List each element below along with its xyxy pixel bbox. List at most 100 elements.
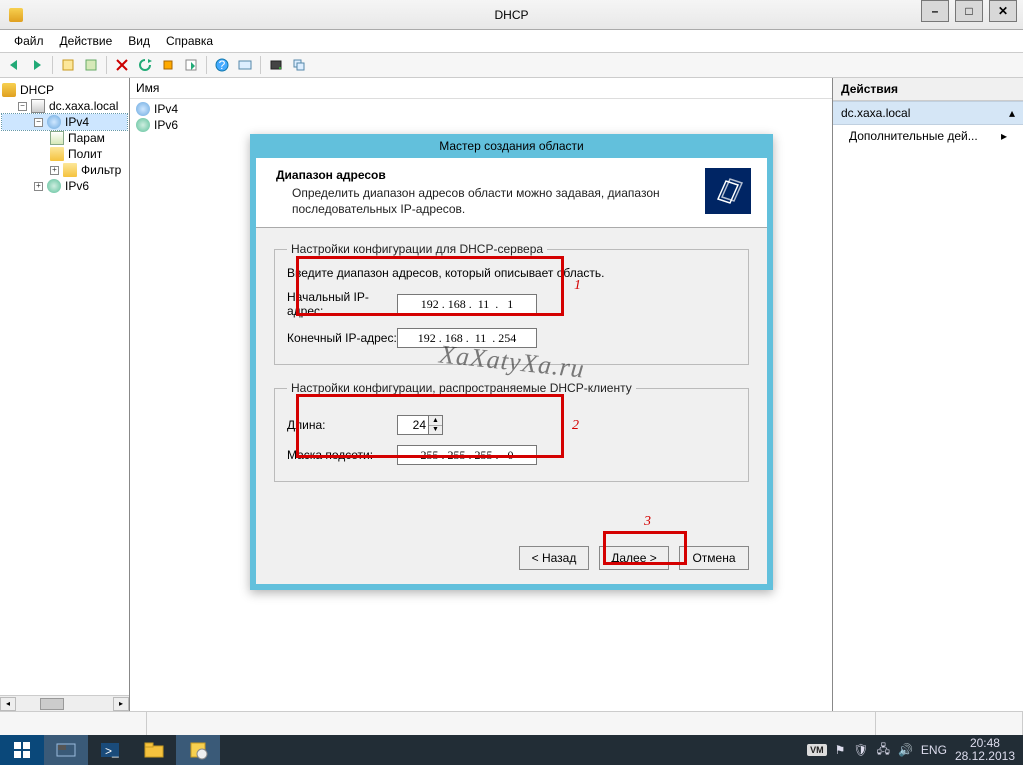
length-input[interactable]	[398, 418, 428, 432]
end-ip-label: Конечный IP-адрес:	[287, 331, 397, 345]
spin-up-icon[interactable]: ▲	[429, 416, 442, 426]
expand-icon[interactable]: +	[34, 182, 43, 191]
close-button[interactable]: ✕	[989, 0, 1017, 22]
wizard-body: Настройки конфигурации для DHCP-сервера …	[256, 228, 767, 502]
tree-panel: DHCP − dc.xaxa.local − IPv4 Парам Полит …	[0, 78, 130, 711]
policy-icon	[50, 147, 64, 161]
tree-param[interactable]: Парам	[2, 130, 127, 146]
tree-root-label: DHCP	[20, 83, 54, 97]
delete-icon[interactable]	[112, 55, 132, 75]
window-titlebar: DHCP – □ ✕	[0, 0, 1023, 30]
mask-input[interactable]	[397, 445, 537, 465]
list-header-name[interactable]: Имя	[130, 78, 832, 99]
spin-down-icon[interactable]: ▼	[429, 426, 442, 435]
tray-clock[interactable]: 20:48 28.12.2013	[955, 737, 1015, 763]
wizard-logo-icon	[705, 168, 751, 214]
menu-action[interactable]: Действие	[54, 32, 119, 50]
list-item[interactable]: IPv6	[136, 117, 826, 133]
actions-context-label: dc.xaxa.local	[841, 106, 910, 120]
wizard-dialog: Мастер создания области Диапазон адресов…	[250, 134, 773, 590]
properties-icon[interactable]	[81, 55, 101, 75]
svg-text:>_: >_	[105, 744, 119, 758]
tree-ipv6[interactable]: + IPv6	[2, 178, 127, 194]
tree-ipv4[interactable]: − IPv4	[2, 114, 127, 130]
forward-icon[interactable]	[27, 55, 47, 75]
length-label: Длина:	[287, 418, 397, 432]
group1-legend: Настройки конфигурации для DHCP-сервера	[287, 242, 547, 256]
tray-shield-icon[interactable]: 🛡	[853, 743, 868, 757]
cancel-button[interactable]: Отмена	[679, 546, 749, 570]
minimize-button[interactable]: –	[921, 0, 949, 22]
wizard-header: Диапазон адресов Определить диапазон адр…	[256, 158, 767, 228]
toolbar: ?	[0, 52, 1023, 78]
chevron-right-icon: ▸	[1001, 129, 1007, 143]
ipv4-icon	[136, 102, 150, 116]
refresh-icon[interactable]	[135, 55, 155, 75]
menu-view[interactable]: Вид	[122, 32, 156, 50]
scroll-left-icon[interactable]: ◂	[0, 697, 16, 711]
tree-server[interactable]: − dc.xaxa.local	[2, 98, 127, 114]
wizard-title: Мастер создания области	[250, 134, 773, 158]
help-icon[interactable]: ?	[212, 55, 232, 75]
status-bar	[0, 711, 1023, 735]
tree-filters-label: Фильтр	[81, 163, 121, 177]
filter-icon	[63, 163, 77, 177]
start-ip-input[interactable]	[397, 294, 537, 314]
server-icon[interactable]	[266, 55, 286, 75]
clock-date: 28.12.2013	[955, 750, 1015, 763]
scroll-thumb[interactable]	[40, 698, 64, 710]
ipv6-icon	[136, 118, 150, 132]
task-dhcp[interactable]	[176, 735, 220, 765]
scroll-right-icon[interactable]: ▸	[113, 697, 129, 711]
dhcp-icon	[2, 83, 16, 97]
system-tray: VM ⚑ 🛡 🖧 🔊 ENG 20:48 28.12.2013	[799, 737, 1023, 763]
cascade-icon[interactable]	[289, 55, 309, 75]
svg-text:?: ?	[219, 58, 226, 72]
tray-flag-icon[interactable]: ⚑	[835, 743, 846, 757]
export-icon[interactable]	[181, 55, 201, 75]
new-icon[interactable]	[58, 55, 78, 75]
expand-icon[interactable]: +	[50, 166, 59, 175]
back-button[interactable]: < Назад	[519, 546, 589, 570]
back-icon[interactable]	[4, 55, 24, 75]
menu-help[interactable]: Справка	[160, 32, 219, 50]
task-server-manager[interactable]	[44, 735, 88, 765]
tree-root[interactable]: DHCP	[2, 82, 127, 98]
actions-panel: Действия dc.xaxa.local ▴ Дополнительные …	[833, 78, 1023, 711]
list-item-label: IPv6	[154, 118, 178, 132]
length-spinner[interactable]: ▲ ▼	[397, 415, 443, 435]
group2-legend: Настройки конфигурации, распространяемые…	[287, 381, 636, 395]
list-item[interactable]: IPv4	[136, 101, 826, 117]
server-icon	[31, 99, 45, 113]
tray-vm-icon[interactable]: VM	[807, 744, 827, 756]
task-powershell[interactable]: >_	[88, 735, 132, 765]
tray-language[interactable]: ENG	[921, 743, 947, 757]
collapse-icon[interactable]: ▴	[1009, 106, 1015, 120]
wizard-head-title: Диапазон адресов	[276, 168, 697, 182]
group-client-config: Настройки конфигурации, распространяемые…	[274, 381, 749, 482]
tree-filters[interactable]: + Фильтр	[2, 162, 127, 178]
taskbar: >_ VM ⚑ 🛡 🖧 🔊 ENG 20:48 28.12.2013	[0, 735, 1023, 765]
tree-policy[interactable]: Полит	[2, 146, 127, 162]
collapse-icon[interactable]: −	[18, 102, 27, 111]
actions-context[interactable]: dc.xaxa.local ▴	[833, 101, 1023, 125]
start-button[interactable]	[0, 735, 44, 765]
tray-volume-icon[interactable]: 🔊	[898, 743, 913, 757]
list-item-label: IPv4	[154, 102, 178, 116]
actions-more[interactable]: Дополнительные дей... ▸	[833, 125, 1023, 147]
maximize-button[interactable]: □	[955, 0, 983, 22]
tray-network-icon[interactable]: 🖧	[877, 740, 890, 761]
window-title: DHCP	[494, 8, 528, 22]
ipv4-icon	[47, 115, 61, 129]
console-icon[interactable]	[235, 55, 255, 75]
stop-icon[interactable]	[158, 55, 178, 75]
annotation-number-3: 3	[644, 514, 651, 530]
task-explorer[interactable]	[132, 735, 176, 765]
tree-hscrollbar[interactable]: ◂ ▸	[0, 695, 129, 711]
next-button[interactable]: Далее >	[599, 546, 669, 570]
tree-server-label: dc.xaxa.local	[49, 99, 118, 113]
menu-file[interactable]: Файл	[8, 32, 50, 50]
collapse-icon[interactable]: −	[34, 118, 43, 127]
end-ip-input[interactable]	[397, 328, 537, 348]
group-server-config: Настройки конфигурации для DHCP-сервера …	[274, 242, 749, 365]
